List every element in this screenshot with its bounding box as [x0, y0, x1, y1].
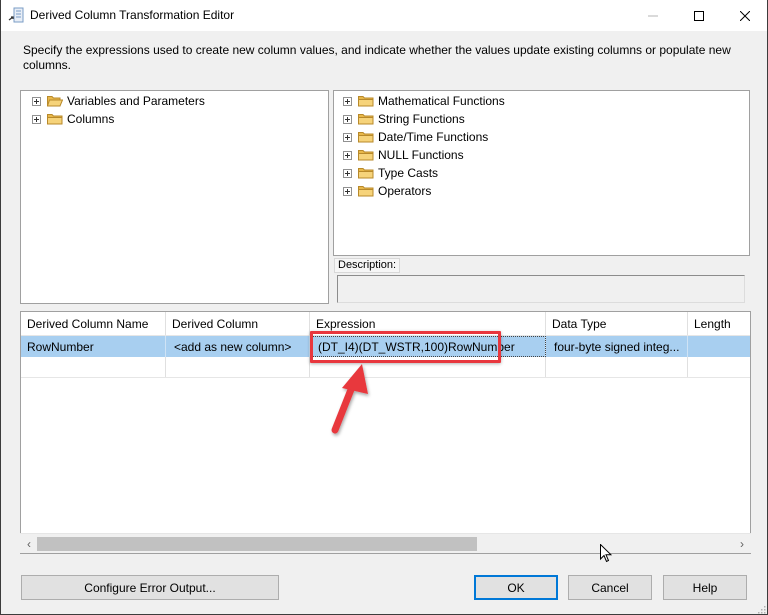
tree-item-null-functions[interactable]: NULL Functions [343, 146, 464, 164]
mouse-cursor-icon [600, 543, 613, 566]
functions-tree[interactable]: Mathematical Functions String Functions … [333, 90, 750, 256]
cell-derived-column[interactable] [166, 357, 310, 377]
tree-item-label: Mathematical Functions [378, 94, 505, 108]
folder-icon [358, 113, 374, 125]
folder-icon [358, 131, 374, 143]
tree-item-label: Columns [67, 112, 115, 126]
column-header-derived-column[interactable]: Derived Column [166, 312, 310, 335]
title-bar: Derived Column Transformation Editor [0, 0, 768, 31]
cell-derived-column-name[interactable] [21, 357, 166, 377]
column-header-expression[interactable]: Expression [310, 312, 546, 335]
tree-item-label: NULL Functions [378, 148, 464, 162]
column-header-length[interactable]: Length [688, 312, 750, 335]
horizontal-scrollbar[interactable]: ‹ › [20, 533, 751, 553]
scrollbar-thumb[interactable] [37, 537, 477, 551]
cell-expression[interactable] [310, 357, 546, 377]
expand-icon[interactable] [343, 186, 352, 196]
minimize-button[interactable] [630, 0, 676, 31]
folder-icon [47, 113, 63, 125]
cell-length[interactable] [688, 336, 750, 357]
scroll-left-icon[interactable]: ‹ [23, 536, 35, 552]
expand-icon[interactable] [32, 96, 41, 106]
maximize-button[interactable] [676, 0, 722, 31]
window-title: Derived Column Transformation Editor [30, 8, 235, 22]
cell-data-type[interactable]: four-byte signed integ... [546, 336, 688, 357]
expand-icon[interactable] [343, 150, 352, 160]
tree-item-label: Type Casts [378, 166, 439, 180]
ok-button[interactable]: OK [474, 575, 558, 600]
tree-item-columns[interactable]: Columns [32, 110, 114, 128]
tree-item-operators[interactable]: Operators [343, 182, 431, 200]
folder-icon [358, 95, 374, 107]
grid-header: Derived Column Name Derived Column Expre… [21, 312, 750, 336]
tree-item-label: Operators [378, 184, 432, 198]
configure-error-output-button[interactable]: Configure Error Output... [21, 575, 279, 600]
cancel-button[interactable]: Cancel [568, 575, 652, 600]
intro-text: Specify the expressions used to create n… [23, 43, 731, 72]
tree-item-label: Variables and Parameters [67, 94, 205, 108]
cell-derived-column-name[interactable]: RowNumber [21, 336, 166, 357]
tree-item-mathematical-functions[interactable]: Mathematical Functions [343, 92, 505, 110]
scroll-right-icon[interactable]: › [736, 536, 748, 552]
tree-item-date-time-functions[interactable]: Date/Time Functions [343, 128, 488, 146]
tree-item-variables-and-parameters[interactable]: Variables and Parameters [32, 92, 205, 110]
derived-columns-grid[interactable]: Derived Column Name Derived Column Expre… [20, 311, 751, 554]
cell-data-type[interactable] [546, 357, 688, 377]
folder-icon [358, 149, 374, 161]
close-button[interactable] [722, 0, 768, 31]
column-header-derived-column-name[interactable]: Derived Column Name [21, 312, 166, 335]
cell-expression[interactable]: (DT_I4)(DT_WSTR,100)RowNumber [310, 336, 546, 357]
tree-item-label: Date/Time Functions [378, 130, 489, 144]
column-header-data-type[interactable]: Data Type [546, 312, 688, 335]
folder-icon [358, 167, 374, 179]
folder-icon [358, 185, 374, 197]
cell-derived-column[interactable]: <add as new column> [166, 336, 310, 357]
expand-icon[interactable] [343, 96, 352, 106]
tree-item-string-functions[interactable]: String Functions [343, 110, 465, 128]
dialog-body: Specify the expressions used to create n… [0, 31, 768, 615]
description-label: Description: [334, 258, 401, 273]
expand-icon[interactable] [343, 114, 352, 124]
description-box [337, 275, 745, 303]
help-button[interactable]: Help [663, 575, 747, 600]
resize-grip-icon[interactable] [756, 603, 766, 614]
derived-column-icon [8, 7, 24, 23]
table-row[interactable] [21, 357, 750, 378]
tree-item-type-casts[interactable]: Type Casts [343, 164, 438, 182]
cell-length[interactable] [688, 357, 750, 377]
expand-icon[interactable] [32, 114, 41, 124]
table-row[interactable]: RowNumber <add as new column> (DT_I4)(DT… [21, 336, 750, 357]
folder-open-icon [47, 95, 63, 107]
tree-item-label: String Functions [378, 112, 465, 126]
variables-columns-tree[interactable]: Variables and Parameters Columns [20, 90, 329, 304]
expand-icon[interactable] [343, 132, 352, 142]
expand-icon[interactable] [343, 168, 352, 178]
